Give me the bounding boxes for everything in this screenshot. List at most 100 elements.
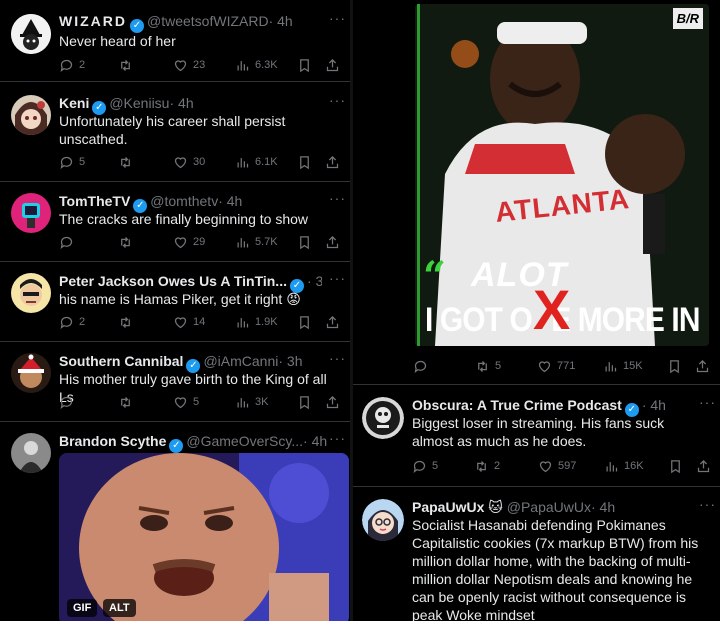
timestamp[interactable]: · 4h — [269, 13, 293, 29]
tweet-brandon-scythe[interactable]: Brandon Scythe ✓ @GameOverScy...· 4h ··· G… — [0, 422, 350, 621]
retweet-button[interactable] — [118, 315, 173, 330]
like-button[interactable]: 14 — [173, 315, 235, 330]
author-handle[interactable]: @PapaUwUx — [507, 499, 591, 515]
share-button[interactable] — [325, 155, 341, 170]
author-handle[interactable]: @tweetsofWIZARD — [147, 13, 269, 29]
like-button[interactable]: 597 — [538, 459, 604, 474]
reply-button[interactable] — [413, 359, 475, 374]
column-separator — [350, 0, 353, 621]
share-button[interactable] — [325, 235, 341, 250]
bookmark-button[interactable] — [297, 315, 325, 330]
avatar[interactable] — [11, 193, 51, 233]
like-button[interactable]: 30 — [173, 155, 235, 170]
bookmark-icon — [300, 58, 309, 72]
gif-media[interactable]: GIF ALT — [59, 453, 349, 621]
avatar[interactable] — [362, 397, 404, 439]
avatar[interactable] — [11, 273, 51, 313]
timestamp[interactable]: · 3h — [278, 353, 302, 369]
share-button[interactable] — [325, 58, 341, 73]
like-button[interactable]: 23 — [173, 58, 235, 73]
bookmark-button[interactable] — [297, 155, 325, 170]
tweet-obscura[interactable]: Obscura: A True Crime Podcast ✓ · 4h ··· B… — [353, 385, 720, 487]
retweet-button[interactable] — [118, 58, 173, 73]
retweet-button[interactable] — [118, 235, 173, 250]
quote-line-start: I GOT O — [425, 301, 533, 339]
tweet-tomthetv[interactable]: TomTheTV ✓ @tomthetv· 4h ··· The cracks ar… — [0, 182, 350, 262]
bookmark-button[interactable] — [668, 459, 696, 474]
reply-button[interactable] — [59, 235, 118, 250]
share-button[interactable] — [325, 395, 341, 410]
timestamp[interactable]: · 4h — [642, 397, 666, 413]
alt-label[interactable]: ALT — [103, 599, 136, 617]
like-button[interactable]: 771 — [537, 359, 603, 374]
views-button[interactable]: 5.7K — [235, 235, 297, 250]
share-button[interactable] — [325, 315, 341, 330]
like-button[interactable]: 29 — [173, 235, 235, 250]
retweet-button[interactable]: 2 — [474, 459, 538, 474]
reply-button[interactable]: 2 — [59, 58, 118, 73]
author-name[interactable]: TomTheTV — [59, 193, 130, 209]
share-icon — [326, 395, 339, 408]
more-options-icon[interactable]: ··· — [699, 496, 716, 512]
timestamp[interactable]: · 4h — [591, 499, 615, 515]
author-name[interactable]: Keni — [59, 95, 89, 111]
bookmark-button[interactable] — [667, 359, 695, 374]
author-name[interactable]: Peter Jackson Owes Us A TinTin... — [59, 273, 287, 289]
more-options-icon[interactable]: ··· — [329, 10, 346, 26]
timestamp[interactable]: · 4h — [218, 193, 242, 209]
tweet-wizard[interactable]: WIZARD ✓ @tweetsofWIZARD· 4h ··· Never hea… — [0, 0, 350, 82]
views-button[interactable]: 6.1K — [235, 155, 297, 170]
reply-button[interactable]: 2 — [59, 315, 118, 330]
bookmark-button[interactable] — [297, 58, 325, 73]
retweet-button[interactable] — [118, 155, 173, 170]
view-count: 15K — [623, 360, 643, 372]
avatar[interactable] — [11, 95, 51, 135]
reply-button[interactable]: 5 — [59, 155, 118, 170]
bookmark-button[interactable] — [297, 395, 325, 410]
more-options-icon[interactable]: ··· — [329, 270, 346, 286]
reply-button[interactable] — [59, 395, 118, 410]
quote-mark: “ — [423, 253, 447, 300]
retweet-button[interactable]: 5 — [475, 359, 537, 374]
views-button[interactable]: 6.3K — [235, 58, 297, 73]
author-handle[interactable]: @iAmCanni — [203, 353, 278, 369]
author-name[interactable]: Obscura: A True Crime Podcast — [412, 397, 622, 413]
avatar[interactable] — [11, 433, 51, 473]
like-button[interactable]: 5 — [173, 395, 235, 410]
author-handle[interactable]: @GameOverScy... — [186, 433, 303, 449]
views-button[interactable]: 3K — [235, 395, 297, 410]
views-button[interactable]: 16K — [604, 459, 668, 474]
author-name[interactable]: PapaUwUx — [412, 499, 484, 515]
post-image[interactable]: B/R ATLANTA “ ALOT I GOT OE MORE IN ME. … — [415, 4, 709, 346]
author-handle[interactable]: @tomthetv — [150, 193, 218, 209]
reply-count: 2 — [79, 316, 86, 328]
share-button[interactable] — [695, 359, 711, 374]
reply-button[interactable]: 5 — [412, 459, 474, 474]
avatar[interactable] — [362, 499, 404, 541]
tweet-southern-cannibal[interactable]: Southern Cannibal ✓ @iAmCanni· 3h ··· His … — [0, 342, 350, 422]
tweet-keni[interactable]: Keni ✓ @Keniisu· 4h ··· Unfortunately his … — [0, 82, 350, 182]
author-name[interactable]: Brandon Scythe — [59, 433, 166, 449]
tweet-peter-jackson[interactable]: Peter Jackson Owes Us A TinTin...✓· 3h ·… — [0, 262, 350, 342]
tweet-papauwux[interactable]: PapaUwUx 🐱 @PapaUwUx· 4h ··· Socialist H… — [353, 487, 720, 621]
reply-icon — [60, 236, 73, 249]
author-name[interactable]: Southern Cannibal — [59, 353, 183, 369]
share-icon — [697, 459, 710, 472]
more-options-icon[interactable]: ··· — [329, 190, 346, 206]
more-options-icon[interactable]: ··· — [329, 92, 346, 108]
author-name[interactable]: WIZARD — [59, 13, 127, 29]
retweet-button[interactable] — [118, 395, 173, 410]
more-options-icon[interactable]: ··· — [329, 350, 346, 366]
more-options-icon[interactable]: ··· — [329, 430, 346, 446]
avatar[interactable] — [11, 14, 51, 54]
bookmark-button[interactable] — [297, 235, 325, 250]
author-handle[interactable]: @Keniisu — [109, 95, 169, 111]
timestamp[interactable]: · 3h — [307, 273, 322, 289]
share-button[interactable] — [696, 459, 712, 474]
more-options-icon[interactable]: ··· — [699, 394, 716, 410]
views-button[interactable]: 15K — [603, 359, 667, 374]
timestamp[interactable]: · 4h — [303, 433, 327, 449]
views-button[interactable]: 1.9K — [235, 315, 297, 330]
avatar[interactable] — [11, 353, 51, 393]
timestamp[interactable]: · 4h — [169, 95, 193, 111]
